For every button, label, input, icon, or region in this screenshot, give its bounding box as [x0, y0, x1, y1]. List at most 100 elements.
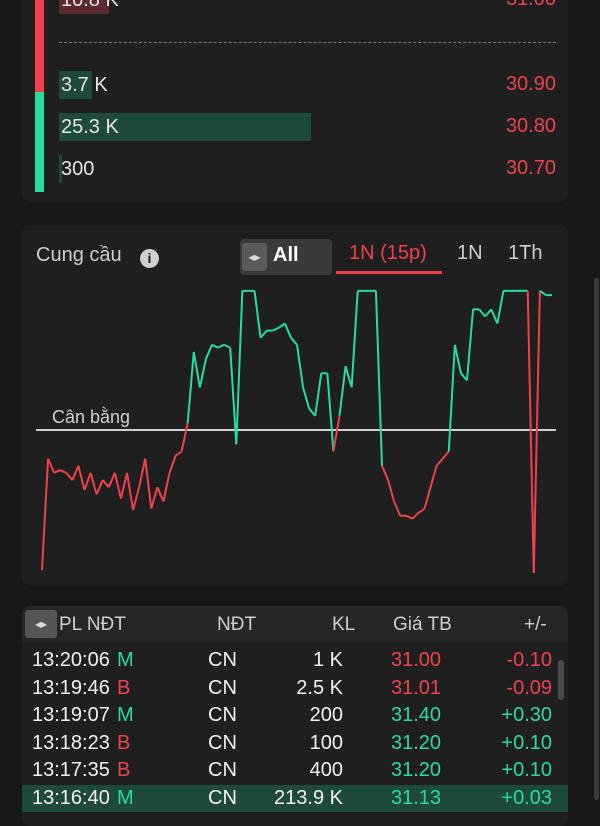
order-book-volume: 10.8 K	[59, 0, 119, 14]
order-book-volume: 3.7 K	[59, 71, 108, 99]
trade-side: B	[117, 759, 131, 781]
series-segment	[126, 472, 135, 511]
trade-kl: 200	[309, 704, 343, 726]
series-segment	[95, 479, 104, 495]
header-change[interactable]: +/-	[524, 614, 547, 636]
series-segment	[211, 343, 219, 349]
series-segment	[423, 486, 432, 509]
series-segment	[387, 479, 396, 502]
series-segment	[466, 309, 475, 381]
series-segment	[174, 450, 183, 457]
series-segment	[119, 472, 128, 499]
trade-gia: 31.20	[391, 759, 442, 781]
trade-gia: 31.40	[391, 704, 442, 726]
order-book-price: 30.70	[505, 157, 556, 179]
info-icon[interactable]: i	[140, 249, 159, 268]
series-segment	[308, 408, 316, 417]
series-segment	[283, 323, 292, 339]
toggle-label: All	[273, 244, 299, 266]
series-segment	[429, 465, 438, 488]
header-ndt[interactable]: NĐT	[217, 614, 256, 636]
series-segment	[496, 290, 505, 324]
order-book-volume: 300	[59, 155, 94, 183]
series-segment	[235, 290, 244, 445]
trade-side: M	[117, 704, 134, 726]
series-segment	[290, 337, 298, 346]
trade-row[interactable]: 13:17:35 B CN 400 31.20 +0.10	[22, 757, 568, 784]
series-segment	[435, 457, 444, 467]
buy-volume-bar	[35, 92, 44, 192]
trade-row[interactable]: 13:19:07 M CN 200 31.40 +0.30	[22, 702, 568, 729]
trade-time: 13:16:40	[32, 786, 110, 809]
trade-side: B	[117, 731, 131, 754]
volume-label: 3.7 K	[61, 74, 108, 96]
supply-demand-chart: Cân bằng	[36, 289, 556, 574]
series-segment	[71, 465, 80, 481]
series-segment	[259, 329, 268, 339]
left-right-arrows-icon[interactable]: ◂▸	[242, 243, 267, 271]
trade-time: 13:19:07	[32, 704, 110, 726]
series-segment	[144, 458, 153, 509]
trade-gia: 31.01	[391, 676, 442, 699]
series-segment	[65, 472, 74, 481]
series-segment	[381, 465, 389, 481]
order-book-panel: 10.8 K 31.00 3.7 K 30.90 25.3 K 30.80 300 30.70	[22, 0, 568, 202]
left-right-arrows-icon[interactable]: ◂▸	[25, 610, 57, 638]
header-gia-tb[interactable]: Giá TB	[393, 614, 452, 636]
series-segment	[198, 358, 207, 388]
header-kl[interactable]: KL	[332, 614, 355, 636]
order-book-price: 30.80	[505, 115, 556, 137]
trade-chg: +0.10	[501, 731, 552, 754]
series-segment	[478, 308, 486, 318]
series-segment	[168, 455, 177, 474]
trade-row[interactable]: 13:18:23 B CN 100 31.20 +0.10	[22, 730, 568, 757]
trade-ndt: CN	[208, 649, 237, 671]
trade-time: 13:20:06	[32, 649, 110, 671]
series-segment	[83, 472, 92, 491]
series-segment	[417, 507, 426, 514]
series-segment	[447, 344, 456, 452]
trade-row[interactable]: 13:20:06 M CN 1 K 31.00 -0.10	[22, 647, 568, 674]
series-segment	[278, 322, 286, 329]
series-segment	[350, 290, 359, 388]
trade-gia: 31.00	[391, 649, 442, 671]
volume-label: 25.3 K	[61, 116, 119, 138]
trade-kl: 213.9 K	[274, 786, 343, 809]
series-segment	[138, 458, 147, 488]
order-book-price: 30.90	[505, 73, 556, 95]
active-tab-indicator	[336, 271, 442, 274]
trades-panel: ◂▸ PL NĐT NĐT KL Giá TB +/- 13:20:06 M CN 1…	[22, 606, 568, 826]
series-segment	[344, 365, 353, 388]
series-segment	[132, 486, 141, 511]
volume-label: 300	[61, 158, 95, 180]
series-segment	[59, 469, 67, 474]
series-segment	[272, 326, 280, 332]
series-segment	[223, 343, 231, 349]
page-scrollbar[interactable]	[594, 278, 599, 800]
series-segment	[150, 486, 159, 509]
divider	[59, 42, 556, 43]
tab-1th[interactable]: 1Th	[508, 242, 542, 265]
series-segment	[89, 472, 98, 495]
series-segment	[526, 290, 535, 574]
series-segment	[162, 472, 171, 502]
series-segment	[405, 514, 413, 520]
panel-title: Cung cầu	[36, 244, 122, 266]
tab-1n[interactable]: 1N	[457, 242, 483, 265]
tab-1n-15p[interactable]: 1N (15p)	[349, 242, 427, 265]
series-segment	[156, 486, 165, 502]
trade-row[interactable]: 13:19:46 B CN 2.5 K 31.01 -0.09	[22, 675, 568, 702]
supply-demand-panel: Cân bằng Cung cầu i ◂▸ All 1N (15p) 1N 1…	[22, 225, 568, 585]
series-segment	[217, 343, 225, 349]
series-segment	[113, 472, 122, 499]
trade-time: 13:18:23	[32, 731, 110, 754]
header-pl-ndt[interactable]: PL NĐT	[59, 614, 126, 636]
series-segment	[296, 344, 305, 388]
balance-label: Cân bằng	[52, 406, 130, 427]
series-segment	[453, 344, 462, 374]
volume-label: 10.8 K	[61, 0, 119, 11]
all-toggle[interactable]: ◂▸ All	[240, 239, 332, 275]
trade-row[interactable]: 13:16:40 M CN 213.9 K 31.13 +0.03	[22, 784, 568, 812]
trade-chg: +0.30	[501, 704, 552, 726]
trade-kl: 2.5 K	[296, 676, 343, 699]
